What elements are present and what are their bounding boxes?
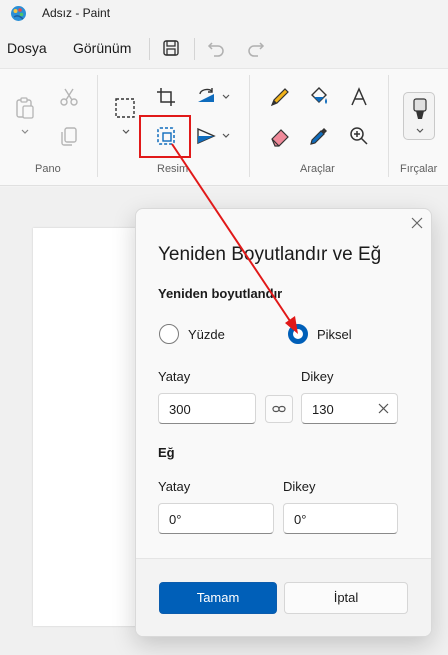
radio-percent[interactable] [159, 324, 179, 344]
dialog-title: Yeniden Boyutlandır ve Eğ [158, 244, 382, 265]
group-separator [249, 75, 250, 177]
resize-vertical-value: 130 [312, 402, 334, 417]
group-label-clipboard: Pano [35, 163, 61, 175]
chevron-down-icon[interactable] [221, 131, 231, 141]
title-bar: Adsız - Paint [0, 0, 448, 28]
window-title: Adsız - Paint [42, 6, 111, 20]
resize-vertical-label: Dikey [301, 369, 334, 384]
undo-icon[interactable] [206, 38, 226, 58]
skew-vertical-value: 0° [294, 512, 307, 527]
paste-icon[interactable] [13, 96, 37, 120]
menu-file[interactable]: Dosya [7, 40, 47, 56]
text-icon[interactable] [348, 86, 370, 108]
dialog-footer: Tamam İptal [136, 558, 431, 636]
skew-horizontal-value: 0° [169, 512, 182, 527]
eraser-icon[interactable] [269, 125, 291, 147]
radio-pixel[interactable] [288, 324, 308, 344]
menu-separator [194, 38, 195, 60]
rotate-icon[interactable] [195, 86, 217, 108]
chevron-down-icon[interactable] [121, 127, 131, 137]
link-icon [272, 405, 286, 413]
radio-percent-label[interactable]: Yüzde [188, 327, 225, 342]
skew-horizontal-input[interactable]: 0° [158, 503, 274, 534]
resize-vertical-input[interactable]: 130 [301, 393, 398, 424]
select-icon[interactable] [114, 97, 136, 119]
crop-icon[interactable] [155, 86, 177, 108]
resize-heading: Yeniden boyutlandır [158, 286, 283, 301]
group-separator [97, 75, 98, 177]
annotation-highlight-box [139, 115, 191, 158]
magnifier-icon[interactable] [348, 125, 370, 147]
copy-icon[interactable] [58, 125, 80, 147]
brush-button[interactable] [403, 92, 435, 140]
fill-icon[interactable] [308, 86, 330, 108]
resize-skew-dialog: Yeniden Boyutlandır ve Eğ Yeniden boyutl… [135, 208, 432, 637]
brush-icon [413, 98, 427, 119]
skew-heading: Eğ [158, 445, 175, 460]
cancel-button[interactable]: İptal [284, 582, 408, 614]
flip-icon[interactable] [195, 125, 217, 147]
close-icon[interactable] [409, 215, 425, 231]
cut-icon[interactable] [58, 86, 80, 108]
resize-horizontal-value: 300 [169, 402, 191, 417]
menu-separator [149, 38, 150, 60]
color-picker-icon[interactable] [308, 125, 330, 147]
resize-horizontal-input[interactable]: 300 [158, 393, 256, 424]
radio-pixel-label[interactable]: Piksel [317, 327, 352, 342]
skew-horizontal-label: Yatay [158, 479, 191, 494]
aspect-ratio-lock-button[interactable] [265, 395, 293, 423]
menu-view[interactable]: Görünüm [73, 40, 131, 56]
save-icon[interactable] [161, 38, 181, 58]
skew-vertical-input[interactable]: 0° [283, 503, 398, 534]
group-label-image: Resim [157, 163, 189, 175]
chevron-down-icon[interactable] [221, 92, 231, 102]
skew-vertical-label: Dikey [283, 479, 316, 494]
chevron-down-icon[interactable] [20, 127, 30, 137]
group-label-tools: Araçlar [300, 163, 335, 175]
clear-icon[interactable] [378, 403, 389, 414]
paint-app-icon [11, 6, 26, 21]
chevron-down-icon [416, 128, 424, 133]
redo-icon[interactable] [246, 38, 266, 58]
ribbon: Pano Resim Araçlar Fırçalar [0, 68, 448, 186]
resize-horizontal-label: Yatay [158, 369, 191, 384]
pencil-icon[interactable] [269, 86, 291, 108]
menu-bar: Dosya Görünüm [0, 28, 448, 68]
group-separator [388, 75, 389, 177]
ok-button[interactable]: Tamam [159, 582, 277, 614]
group-label-brushes: Fırçalar [400, 163, 438, 175]
